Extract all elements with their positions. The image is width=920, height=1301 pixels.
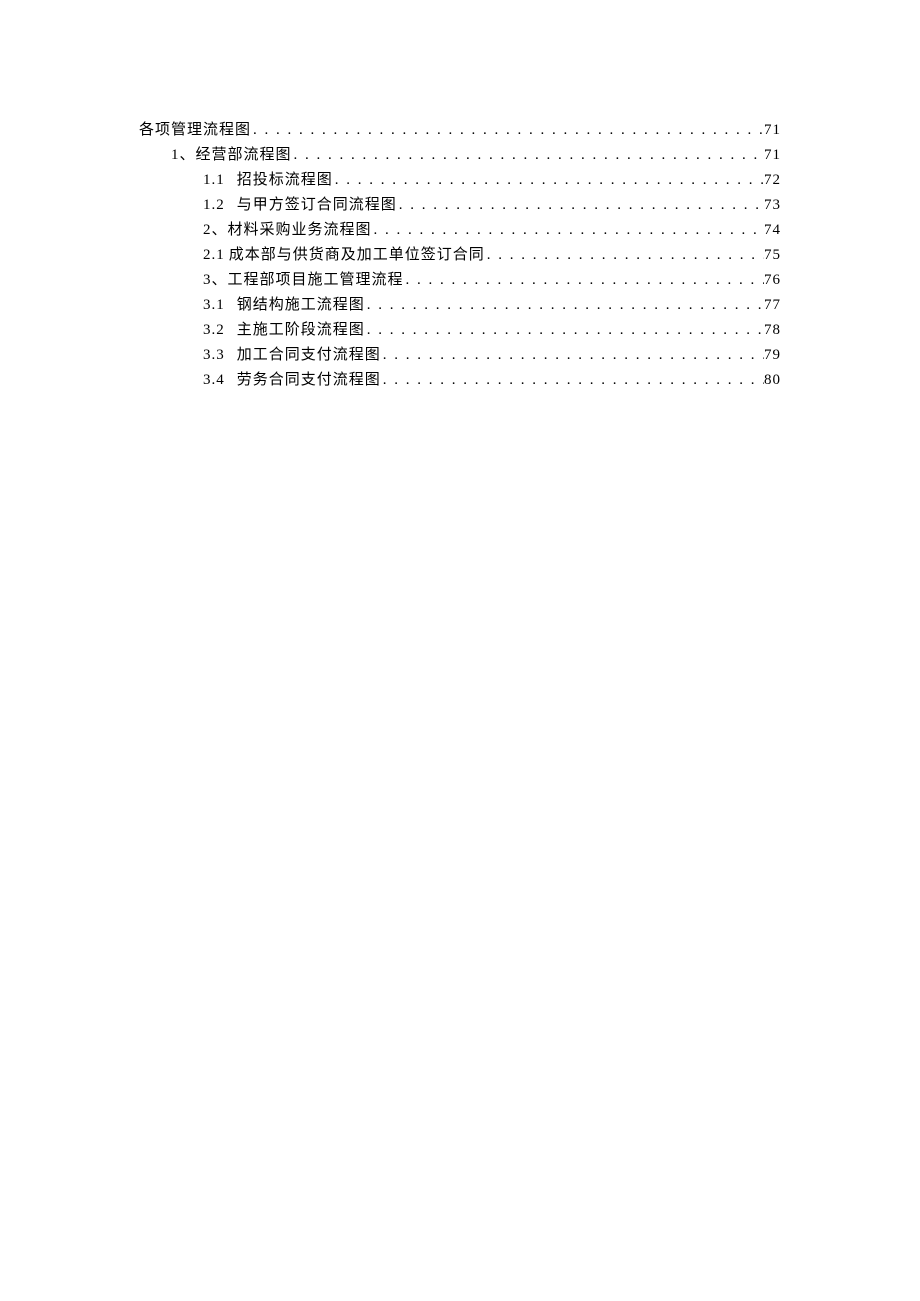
toc-page-number: 79 bbox=[764, 343, 781, 368]
toc-leader-dots bbox=[397, 193, 764, 218]
toc-title: 3.4 劳务合同支付流程图 bbox=[203, 368, 381, 393]
toc-text: 成本部与供货商及加工单位签订合同 bbox=[229, 247, 485, 263]
toc-text: 材料采购业务流程图 bbox=[228, 222, 372, 238]
toc-text: 工程部项目施工管理流程 bbox=[228, 272, 404, 288]
toc-page-number: 71 bbox=[764, 118, 781, 143]
toc-text: 招投标流程图 bbox=[237, 172, 333, 188]
toc-title: 1.2 与甲方签订合同流程图 bbox=[203, 193, 397, 218]
table-of-contents: 各项管理流程图 71 1、经营部流程图 71 1.1 招投标流程图 72 1.2 与甲方签订合同… bbox=[139, 118, 781, 393]
toc-entry: 2.1成本部与供货商及加工单位签订合同 75 bbox=[139, 243, 781, 268]
toc-leader-dots bbox=[372, 218, 764, 243]
toc-page-number: 74 bbox=[764, 218, 781, 243]
toc-text: 与甲方签订合同流程图 bbox=[237, 197, 397, 213]
toc-entry: 1.2 与甲方签订合同流程图 73 bbox=[139, 193, 781, 218]
toc-entry: 各项管理流程图 71 bbox=[139, 118, 781, 143]
toc-prefix: 3.4 bbox=[203, 368, 225, 393]
toc-leader-dots bbox=[292, 143, 764, 168]
toc-prefix: 3.1 bbox=[203, 293, 225, 318]
toc-page-number: 71 bbox=[764, 143, 781, 168]
toc-title: 3、工程部项目施工管理流程 bbox=[203, 268, 404, 293]
toc-title: 1.1 招投标流程图 bbox=[203, 168, 333, 193]
toc-leader-dots bbox=[404, 268, 764, 293]
toc-title: 3.3 加工合同支付流程图 bbox=[203, 343, 381, 368]
toc-prefix: 2、 bbox=[203, 218, 228, 243]
toc-page-number: 75 bbox=[764, 243, 781, 268]
toc-leader-dots bbox=[365, 293, 764, 318]
toc-leader-dots bbox=[485, 243, 764, 268]
toc-leader-dots bbox=[365, 318, 764, 343]
toc-entry: 1、经营部流程图 71 bbox=[139, 143, 781, 168]
toc-prefix: 2.1 bbox=[203, 243, 225, 268]
toc-text: 钢结构施工流程图 bbox=[237, 297, 365, 313]
toc-title: 2、材料采购业务流程图 bbox=[203, 218, 372, 243]
toc-prefix: 3.3 bbox=[203, 343, 225, 368]
toc-title: 各项管理流程图 bbox=[139, 118, 251, 143]
toc-text: 各项管理流程图 bbox=[139, 122, 251, 138]
toc-text: 主施工阶段流程图 bbox=[237, 322, 365, 338]
toc-text: 加工合同支付流程图 bbox=[237, 347, 381, 363]
toc-prefix: 1、 bbox=[171, 143, 196, 168]
toc-title: 3.2 主施工阶段流程图 bbox=[203, 318, 365, 343]
toc-title: 1、经营部流程图 bbox=[171, 143, 292, 168]
toc-leader-dots bbox=[381, 368, 764, 393]
toc-prefix: 1.2 bbox=[203, 193, 225, 218]
toc-prefix: 1.1 bbox=[203, 168, 225, 193]
toc-entry: 1.1 招投标流程图 72 bbox=[139, 168, 781, 193]
toc-leader-dots bbox=[251, 118, 764, 143]
toc-title: 2.1成本部与供货商及加工单位签订合同 bbox=[203, 243, 485, 268]
toc-page-number: 78 bbox=[764, 318, 781, 343]
toc-text: 经营部流程图 bbox=[196, 147, 292, 163]
toc-text: 劳务合同支付流程图 bbox=[237, 372, 381, 388]
toc-prefix: 3、 bbox=[203, 268, 228, 293]
toc-entry: 3、工程部项目施工管理流程 76 bbox=[139, 268, 781, 293]
toc-entry: 3.2 主施工阶段流程图 78 bbox=[139, 318, 781, 343]
toc-entry: 3.3 加工合同支付流程图 79 bbox=[139, 343, 781, 368]
toc-entry: 3.1 钢结构施工流程图 77 bbox=[139, 293, 781, 318]
toc-page-number: 73 bbox=[764, 193, 781, 218]
toc-leader-dots bbox=[381, 343, 764, 368]
toc-page-number: 72 bbox=[764, 168, 781, 193]
toc-entry: 3.4 劳务合同支付流程图 80 bbox=[139, 368, 781, 393]
toc-page-number: 76 bbox=[764, 268, 781, 293]
toc-entry: 2、材料采购业务流程图 74 bbox=[139, 218, 781, 243]
toc-title: 3.1 钢结构施工流程图 bbox=[203, 293, 365, 318]
toc-leader-dots bbox=[333, 168, 764, 193]
toc-page-number: 77 bbox=[764, 293, 781, 318]
toc-page-number: 80 bbox=[764, 368, 781, 393]
toc-prefix: 3.2 bbox=[203, 318, 225, 343]
